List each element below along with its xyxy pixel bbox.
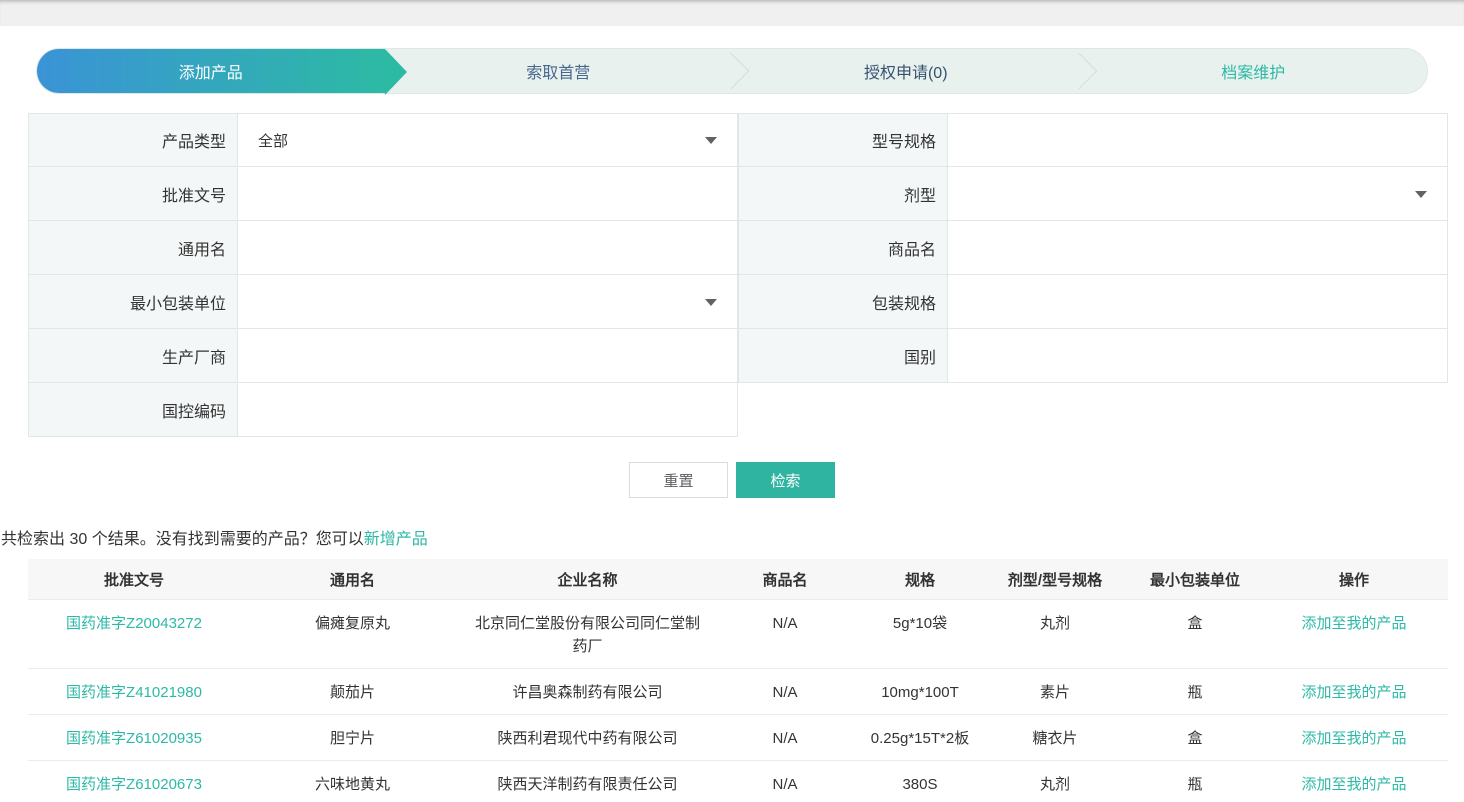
- country-input[interactable]: [948, 329, 1448, 382]
- unit-cell: 瓶: [1130, 761, 1260, 802]
- package-spec-input[interactable]: [948, 275, 1448, 328]
- form-actions: 重置 检索: [0, 462, 1464, 498]
- tab-request-first-camp[interactable]: 索取首营: [385, 49, 733, 93]
- col-generic-name: 通用名: [240, 559, 465, 600]
- dosage-form-select[interactable]: [948, 167, 1448, 220]
- results-table: 批准文号 通用名 企业名称 商品名 规格 剂型/型号规格 最小包装单位 操作 国…: [28, 559, 1448, 802]
- generic-name-cell: 偏瘫复原丸: [240, 600, 465, 669]
- col-actions: 操作: [1260, 559, 1448, 600]
- approval-number-label: 批准文号: [28, 167, 238, 220]
- generic-name-cell: 胆宁片: [240, 715, 465, 761]
- min-package-unit-select[interactable]: [238, 275, 738, 328]
- dosage-cell: 丸剂: [980, 761, 1130, 802]
- unit-cell: 盒: [1130, 600, 1260, 669]
- tab-add-product-label: 添加产品: [179, 59, 243, 83]
- add-to-my-products-link[interactable]: 添加至我的产品: [1301, 615, 1406, 632]
- package-spec-label: 包装规格: [738, 275, 948, 328]
- trade-name-cell: N/A: [710, 600, 860, 669]
- table-row: 国药准字Z61020673 六味地黄丸 陕西天洋制药有限责任公司 N/A 380…: [28, 761, 1448, 802]
- table-row: 国药准字Z41021980 颠茄片 许昌奥森制药有限公司 N/A 10mg*10…: [28, 669, 1448, 715]
- top-gray-strip: [0, 0, 1464, 26]
- chevron-down-icon[interactable]: [705, 137, 717, 144]
- trade-name-input[interactable]: [948, 221, 1448, 274]
- add-to-my-products-link[interactable]: 添加至我的产品: [1301, 730, 1406, 747]
- product-type-label: 产品类型: [28, 114, 238, 166]
- dosage-cell: 糖衣片: [980, 715, 1130, 761]
- tab-archive-maintenance[interactable]: 档案维护: [1080, 49, 1428, 93]
- spec-cell: 380S: [860, 761, 980, 802]
- chevron-down-icon[interactable]: [1415, 191, 1427, 198]
- dosage-cell: 素片: [980, 669, 1130, 715]
- add-new-product-link[interactable]: 新增产品: [364, 531, 428, 548]
- add-to-my-products-link[interactable]: 添加至我的产品: [1301, 684, 1406, 701]
- manufacturer-label: 生产厂商: [28, 329, 238, 382]
- country-label: 国别: [738, 329, 948, 382]
- col-min-package-unit: 最小包装单位: [1130, 559, 1260, 600]
- approval-number-input[interactable]: [238, 167, 738, 220]
- col-approval-number: 批准文号: [28, 559, 240, 600]
- dosage-form-label: 剂型: [738, 167, 948, 220]
- table-row: 国药准字Z61020935 胆宁片 陕西利君现代中药有限公司 N/A 0.25g…: [28, 715, 1448, 761]
- spec-cell: 0.25g*15T*2板: [860, 715, 980, 761]
- tab-add-product[interactable]: 添加产品: [37, 49, 385, 93]
- col-company-name: 企业名称: [465, 559, 710, 600]
- trade-name-label: 商品名: [738, 221, 948, 274]
- company-name-cell: 许昌奥森制药有限公司: [465, 669, 710, 715]
- model-spec-label: 型号规格: [738, 114, 948, 166]
- company-name-cell: 陕西天洋制药有限责任公司: [465, 761, 710, 802]
- unit-cell: 瓶: [1130, 669, 1260, 715]
- product-type-value: 全部: [258, 130, 288, 151]
- trade-name-cell: N/A: [710, 715, 860, 761]
- col-trade-name: 商品名: [710, 559, 860, 600]
- manufacturer-input[interactable]: [238, 329, 738, 382]
- generic-name-label: 通用名: [28, 221, 238, 274]
- reset-button[interactable]: 重置: [629, 462, 728, 498]
- tab-archive-maintenance-label: 档案维护: [1221, 59, 1285, 83]
- chevron-down-icon[interactable]: [705, 299, 717, 306]
- step-wizard: 添加产品 索取首营 授权申请(0) 档案维护: [36, 48, 1428, 94]
- tab-authorization-request-label: 授权申请(0): [864, 59, 948, 83]
- table-row: 国药准字Z20043272 偏瘫复原丸 北京同仁堂股份有限公司同仁堂制药厂 N/…: [28, 600, 1448, 669]
- approval-number-link[interactable]: 国药准字Z61020673: [66, 776, 202, 793]
- spec-cell: 10mg*100T: [860, 669, 980, 715]
- generic-name-input[interactable]: [238, 221, 738, 274]
- col-spec: 规格: [860, 559, 980, 600]
- model-spec-input[interactable]: [948, 114, 1448, 166]
- search-form-right-column: 型号规格 剂型 商品名 包装规格 国别: [738, 113, 1448, 437]
- generic-name-cell: 六味地黄丸: [240, 761, 465, 802]
- tab-authorization-request[interactable]: 授权申请(0): [732, 49, 1080, 93]
- product-type-select[interactable]: 全部: [238, 114, 738, 166]
- add-to-my-products-link[interactable]: 添加至我的产品: [1301, 776, 1406, 793]
- company-name-cell: 陕西利君现代中药有限公司: [465, 715, 710, 761]
- dosage-cell: 丸剂: [980, 600, 1130, 669]
- approval-number-link[interactable]: 国药准字Z41021980: [66, 684, 202, 701]
- trade-name-cell: N/A: [710, 669, 860, 715]
- result-summary-text: 共检索出 30 个结果。没有找到需要的产品？您可以: [1, 531, 364, 548]
- unit-cell: 盒: [1130, 715, 1260, 761]
- table-header-row: 批准文号 通用名 企业名称 商品名 规格 剂型/型号规格 最小包装单位 操作: [28, 559, 1448, 600]
- min-package-unit-label: 最小包装单位: [28, 275, 238, 328]
- spec-cell: 5g*10袋: [860, 600, 980, 669]
- company-name-cell: 北京同仁堂股份有限公司同仁堂制药厂: [465, 600, 710, 669]
- search-form-left-column: 产品类型 全部 批准文号 通用名 最小包装单位 生产厂商 国控编码: [28, 113, 738, 437]
- approval-number-link[interactable]: 国药准字Z20043272: [66, 615, 202, 632]
- search-form: 产品类型 全部 批准文号 通用名 最小包装单位 生产厂商 国控编码: [28, 113, 1448, 437]
- generic-name-cell: 颠茄片: [240, 669, 465, 715]
- national-control-code-label: 国控编码: [28, 383, 238, 436]
- tab-request-first-camp-label: 索取首营: [526, 59, 590, 83]
- result-summary: 共检索出 30 个结果。没有找到需要的产品？您可以新增产品: [0, 525, 1464, 549]
- national-control-code-input[interactable]: [238, 383, 738, 436]
- approval-number-link[interactable]: 国药准字Z61020935: [66, 730, 202, 747]
- search-button[interactable]: 检索: [736, 462, 835, 498]
- trade-name-cell: N/A: [710, 761, 860, 802]
- col-dosage-model-spec: 剂型/型号规格: [980, 559, 1130, 600]
